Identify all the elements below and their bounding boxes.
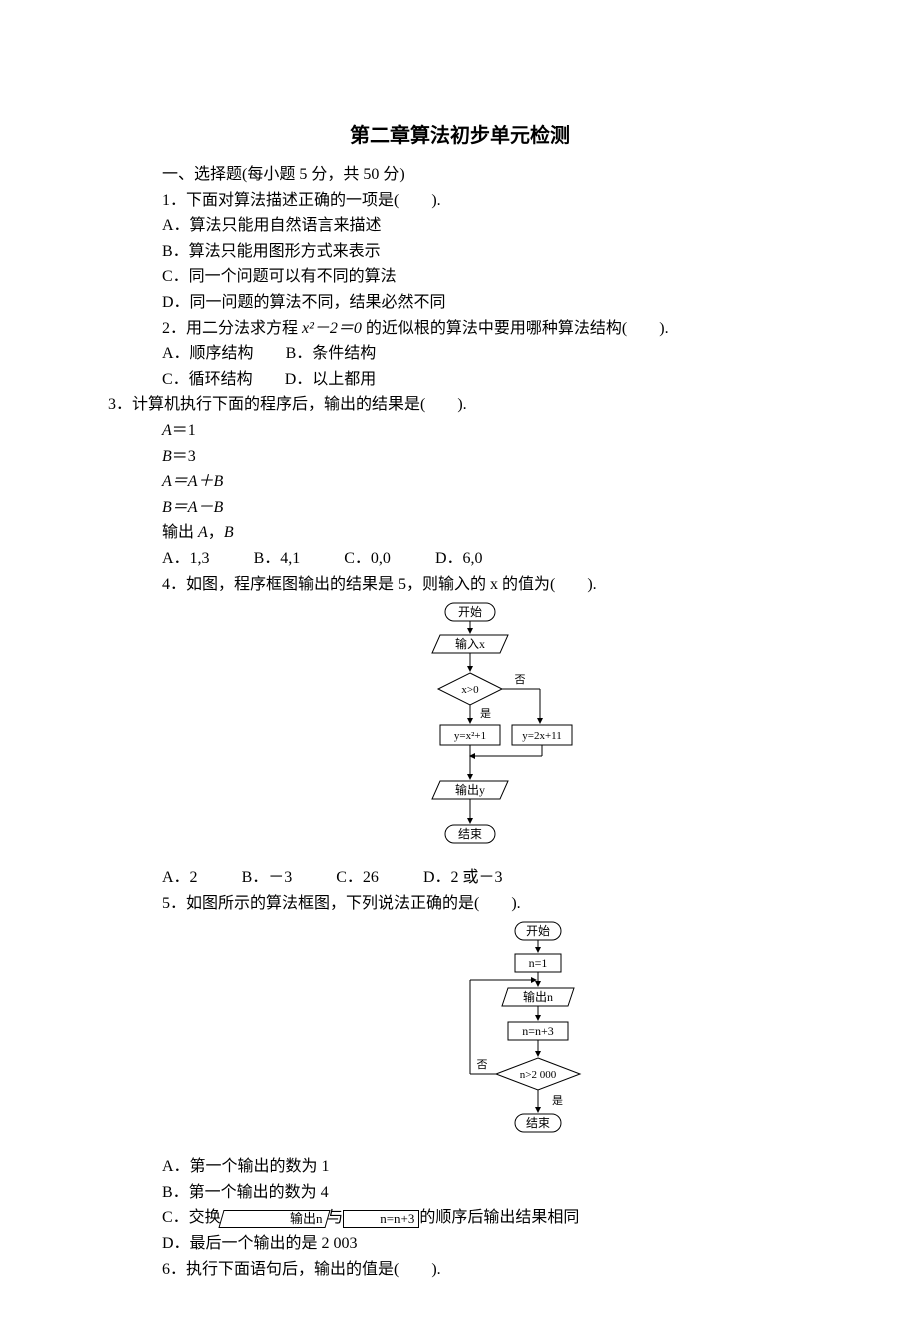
q3-c2a: B	[162, 448, 172, 465]
q4-stem: 4．如图，程序框图输出的结果是 5，则输入的 x 的值为( ).	[130, 572, 790, 598]
q3-opt-a: A．1,3	[162, 550, 210, 567]
svg-text:开始: 开始	[458, 605, 482, 619]
page-title: 第二章算法初步单元检测	[130, 120, 790, 152]
q3-c1a: A	[162, 422, 172, 439]
q3-c5-b: B	[224, 524, 234, 541]
svg-text:输出y: 输出y	[455, 782, 485, 797]
q3-stem: 3．计算机执行下面的程序后，输出的结果是( ).	[108, 392, 790, 418]
q3-c4: B＝A－B	[162, 495, 790, 521]
q4-opt-a: A．2	[162, 869, 198, 886]
svg-text:n>2 000: n>2 000	[520, 1069, 557, 1081]
q3-c1b: ＝1	[172, 422, 196, 439]
svg-text:结束: 结束	[526, 1116, 550, 1130]
q2-stem: 2．用二分法求方程 x²－2＝0 的近似根的算法中要用哪种算法结构( ).	[130, 316, 790, 342]
q3-opt-b: B．4,1	[254, 550, 301, 567]
q1-opt-a: A．算法只能用自然语言来描述	[130, 213, 790, 239]
q4-opt-d: D．2 或－3	[423, 869, 503, 886]
q3-c5-pre: 输出	[162, 524, 198, 541]
svg-text:是: 是	[480, 707, 491, 720]
q5-opt-d: D．最后一个输出的是 2 003	[130, 1231, 790, 1257]
q3-c5-mid: ，	[208, 524, 224, 541]
q6-stem: 6．执行下面语句后，输出的值是( ).	[130, 1257, 790, 1283]
q5-c-box2: n=n+3	[343, 1210, 419, 1228]
q1-opt-b: B．算法只能用图形方式来表示	[130, 239, 790, 265]
q3-c5-a: A	[198, 524, 208, 541]
q5-c-box1: 输出n	[218, 1210, 330, 1228]
q5-c-post: 的顺序后输出结果相同	[419, 1209, 579, 1226]
q4-opt-c: C．26	[336, 869, 379, 886]
svg-text:结束: 结束	[458, 827, 482, 841]
svg-text:n=n+3: n=n+3	[522, 1024, 554, 1038]
q4-opts: A．2 B．－3 C．26 D．2 或－3	[130, 865, 790, 891]
q3-opt-c: C．0,0	[344, 550, 391, 567]
svg-text:否: 否	[477, 1059, 488, 1071]
q5-c-pre: C．交换	[162, 1209, 221, 1226]
q3-opts: A．1,3 B．4,1 C．0,0 D．6,0	[130, 546, 790, 572]
q4-opt-b: B．－3	[242, 869, 293, 886]
svg-text:y=2x+11: y=2x+11	[522, 730, 562, 742]
q2-opt-a: A．顺序结构	[162, 345, 254, 362]
svg-text:y=x²+1: y=x²+1	[454, 730, 486, 742]
q2-stem-post: 的近似根的算法中要用哪种算法结构( ).	[362, 320, 669, 337]
q3-c2b: ＝3	[172, 448, 196, 465]
q2-stem-pre: 2．用二分法求方程	[162, 320, 302, 337]
q2-opt-d: D．以上都用	[285, 371, 377, 388]
section-header: 一、选择题(每小题 5 分，共 50 分)	[130, 162, 790, 188]
q3-c3: A＝A＋B	[162, 469, 790, 495]
svg-text:否: 否	[515, 674, 526, 686]
svg-text:n=1: n=1	[529, 956, 548, 970]
q5-opt-c: C．交换输出n与n=n+3的顺序后输出结果相同	[130, 1205, 790, 1231]
svg-text:开始: 开始	[526, 924, 550, 938]
q5-opt-a: A．第一个输出的数为 1	[130, 1154, 790, 1180]
q5-flowchart: 开始 n=1 输出n n=n+3 n>2 000 否 是	[430, 920, 790, 1150]
q5-stem: 5．如图所示的算法框图，下列说法正确的是( ).	[130, 891, 790, 917]
q2-opts-row2: C．循环结构 D．以上都用	[130, 367, 790, 393]
q5-c-mid: 与	[327, 1209, 343, 1226]
q2-opt-c: C．循环结构	[162, 371, 253, 388]
svg-text:是: 是	[552, 1094, 563, 1107]
q2-stem-math: x²－2＝0	[302, 320, 362, 337]
q1-opt-c: C．同一个问题可以有不同的算法	[130, 264, 790, 290]
q5-opt-b: B．第一个输出的数为 4	[130, 1180, 790, 1206]
q1-stem: 1．下面对算法描述正确的一项是( ).	[130, 188, 790, 214]
q1-opt-d: D．同一问题的算法不同，结果必然不同	[130, 290, 790, 316]
q3-code: A＝1 B＝3 A＝A＋B B＝A－B 输出 A，B	[162, 418, 790, 546]
svg-text:输入x: 输入x	[455, 636, 485, 651]
q2-opt-b: B．条件结构	[286, 345, 377, 362]
svg-text:输出n: 输出n	[523, 989, 553, 1004]
svg-text:x>0: x>0	[461, 684, 479, 696]
q3-opt-d: D．6,0	[435, 550, 483, 567]
q4-flowchart: 开始 输入x x>0 否 是 y=x²+1 y=2x+11	[390, 601, 790, 861]
q2-opts-row1: A．顺序结构 B．条件结构	[130, 341, 790, 367]
